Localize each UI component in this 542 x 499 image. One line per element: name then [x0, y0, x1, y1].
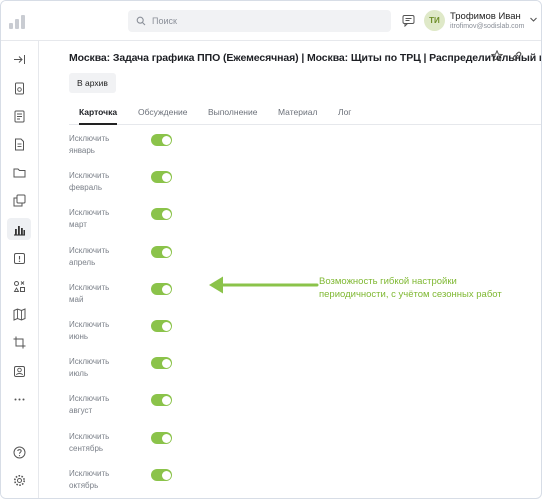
sidebar-item-help[interactable]	[7, 441, 31, 463]
tab-log[interactable]: Лог	[338, 107, 351, 125]
avatar[interactable]: ТИ	[424, 10, 445, 31]
exclude-april-row: Исключить апрель	[69, 245, 219, 279]
exclude-march-toggle[interactable]	[151, 208, 172, 220]
exclude-february-row: Исключить февраль	[69, 170, 219, 204]
copy-icon	[13, 194, 25, 206]
sidebar-item-devices[interactable]	[7, 77, 31, 99]
shapes-icon	[13, 280, 25, 292]
sidebar-item-contacts[interactable]	[7, 360, 31, 382]
exclude-march-row: Исключить март	[69, 207, 219, 241]
exclude-july-toggle[interactable]	[151, 357, 172, 369]
sidebar-item-settings[interactable]	[7, 469, 31, 491]
app-window: ТИ Трофимов Иван itrofimov@sodislab.com	[0, 0, 542, 499]
row-label: Исключить апрель	[69, 246, 110, 267]
alert-icon	[13, 252, 25, 264]
tab-card[interactable]: Карточка	[79, 107, 118, 125]
top-bar: ТИ Трофимов Иван itrofimov@sodislab.com	[1, 1, 541, 41]
exclude-april-toggle[interactable]	[151, 246, 172, 258]
star-icon[interactable]	[491, 50, 503, 62]
main-content: Москва: Задача графика ППО (Ежемесячная)…	[39, 41, 541, 498]
crop-icon	[13, 336, 25, 348]
row-label: Исключить май	[69, 283, 110, 304]
arrow-right-to-bar-icon	[13, 54, 25, 64]
exclude-may-row: Исключить май	[69, 282, 219, 316]
exclude-june-toggle[interactable]	[151, 320, 172, 332]
logo-icon[interactable]	[9, 13, 31, 29]
sidebar-item-crop[interactable]	[7, 331, 31, 353]
exclude-october-toggle[interactable]	[151, 469, 172, 481]
folder-icon	[13, 168, 25, 177]
user-name[interactable]: Трофимов Иван	[450, 11, 521, 22]
document-icon	[14, 138, 24, 150]
sidebar-item-objects[interactable]	[7, 275, 31, 297]
chevron-down-icon[interactable]	[529, 15, 538, 24]
exclude-october-row: Исключить октябрь	[69, 468, 219, 498]
user-email: itrofimov@sodislab.com	[450, 23, 525, 30]
exclude-july-row: Исключить июль	[69, 356, 219, 390]
sidebar-item-collapse[interactable]	[7, 48, 31, 70]
exclude-september-toggle[interactable]	[151, 432, 172, 444]
sidebar-item-reports[interactable]	[7, 218, 31, 240]
exclude-august-row: Исключить август	[69, 393, 219, 427]
search-icon	[136, 16, 146, 26]
sidebar-item-tasks[interactable]	[7, 105, 31, 127]
chat-icon[interactable]	[402, 14, 415, 27]
row-label: Исключить январь	[69, 134, 110, 155]
archive-button[interactable]: В архив	[69, 73, 116, 93]
exclude-september-row: Исключить сентябрь	[69, 431, 219, 465]
row-label: Исключить март	[69, 208, 110, 229]
link-icon[interactable]	[511, 50, 523, 62]
row-label: Исключить сентябрь	[69, 432, 110, 453]
tab-bar: Карточка Обсуждение Выполнение Материал …	[69, 105, 541, 125]
title-actions	[491, 50, 523, 62]
sidebar-item-folders[interactable]	[7, 161, 31, 183]
page-title: Москва: Задача графика ППО (Ежемесячная)…	[69, 52, 542, 64]
sidebar-item-more[interactable]	[7, 388, 31, 410]
sidebar-item-incidents[interactable]	[7, 247, 31, 269]
more-icon	[14, 398, 24, 400]
sidebar-item-map[interactable]	[7, 303, 31, 325]
row-label: Исключить октябрь	[69, 469, 110, 490]
map-icon	[13, 307, 25, 321]
document-edit-icon	[14, 110, 24, 122]
exclude-june-row: Исключить июнь	[69, 319, 219, 353]
tab-discussion[interactable]: Обсуждение	[138, 107, 188, 125]
exclude-february-toggle[interactable]	[151, 171, 172, 183]
exclude-august-toggle[interactable]	[151, 394, 172, 406]
search-input[interactable]	[152, 16, 372, 26]
tab-material[interactable]: Материал	[278, 107, 317, 125]
annotation-arrow-icon	[209, 276, 319, 294]
settings-icon	[13, 474, 25, 486]
id-card-icon	[13, 365, 25, 377]
annotation-note: Возможность гибкой настройки периодичност…	[319, 276, 502, 300]
row-label: Исключить август	[69, 394, 110, 415]
row-label: Исключить февраль	[69, 171, 110, 192]
device-icon	[14, 82, 24, 94]
search-box[interactable]	[128, 10, 391, 32]
exclude-may-toggle[interactable]	[151, 283, 172, 295]
chart-icon	[13, 225, 25, 236]
sidebar-item-documents[interactable]	[7, 133, 31, 155]
row-label: Исключить июнь	[69, 320, 110, 341]
exclude-january-row: Исключить январь	[69, 133, 219, 167]
exclude-january-toggle[interactable]	[151, 134, 172, 146]
tab-execution[interactable]: Выполнение	[208, 107, 257, 125]
help-icon	[13, 446, 25, 458]
sidebar-item-copies[interactable]	[7, 189, 31, 211]
row-label: Исключить июль	[69, 357, 110, 378]
sidebar	[1, 41, 39, 498]
